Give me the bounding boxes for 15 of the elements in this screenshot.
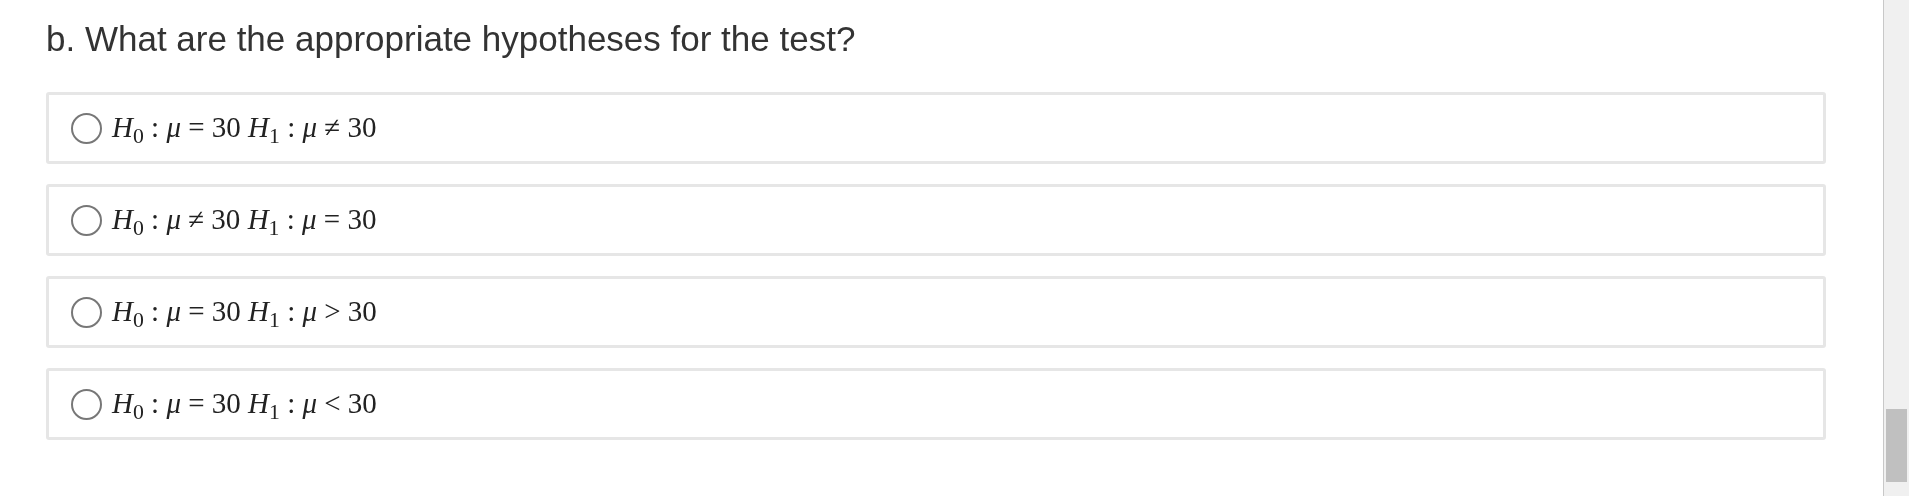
radio-button[interactable] [71, 388, 102, 420]
hypothesis-formula: H$_{0}$ : μ = 30 H$_{1}$ : μ > 30 [112, 294, 377, 334]
radio-button[interactable] [71, 296, 102, 328]
hypothesis-formula: H$_{0}$ : μ = 30 H$_{1}$ : μ ≠ 30 [112, 110, 377, 150]
answer-option[interactable]: H$_{0}$ : μ = 30 H$_{1}$ : μ ≠ 30 [46, 92, 1826, 164]
radio-button[interactable] [71, 204, 102, 236]
answer-option[interactable]: H$_{0}$ : μ = 30 H$_{1}$ : μ < 30 [46, 368, 1826, 440]
answer-option[interactable]: H$_{0}$ : μ ≠ 30 H$_{1}$ : μ = 30 [46, 184, 1826, 256]
answer-option[interactable]: H$_{0}$ : μ = 30 H$_{1}$ : μ > 30 [46, 276, 1826, 348]
scrollbar[interactable] [1883, 0, 1909, 496]
radio-button[interactable] [71, 112, 102, 144]
question-text: b. What are the appropriate hypotheses for the test? [46, 18, 857, 60]
scrollbar-thumb[interactable] [1886, 409, 1907, 482]
hypothesis-formula: H$_{0}$ : μ ≠ 30 H$_{1}$ : μ = 30 [112, 202, 377, 242]
hypothesis-formula: H$_{0}$ : μ = 30 H$_{1}$ : μ < 30 [112, 386, 377, 426]
